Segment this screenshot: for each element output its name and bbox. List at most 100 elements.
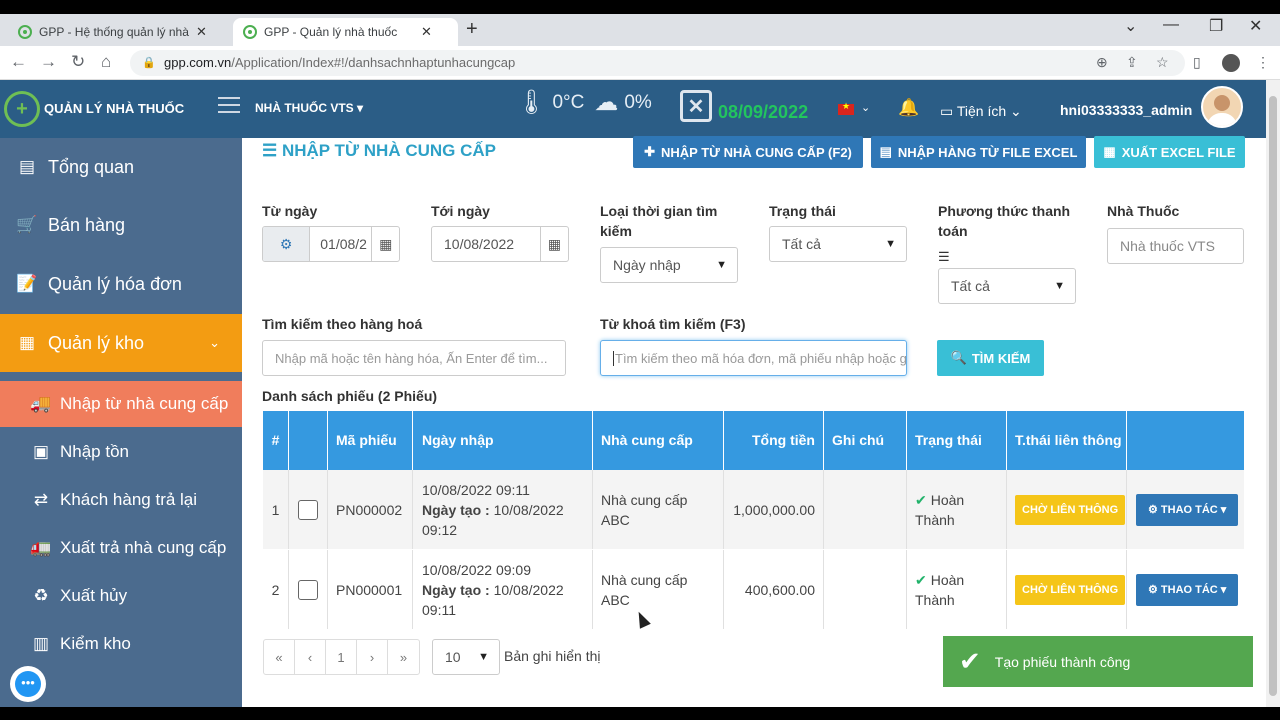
- browser-menu-icon[interactable]: ⋮: [1256, 54, 1270, 71]
- bell-icon[interactable]: 🔔: [898, 98, 919, 118]
- sidebar-item-label: Bán hàng: [48, 214, 126, 235]
- page-1-button[interactable]: 1: [326, 640, 357, 674]
- total-amount: 1,000,000.00: [724, 470, 824, 549]
- browser-tab-strip: GPP - Hệ thống quản lý nhà thuốc ✕ GPP -…: [0, 14, 1280, 46]
- sidebar-item-invoices[interactable]: 📝 Quản lý hóa đơn: [0, 255, 242, 313]
- product-search-label: Tìm kiếm theo hàng hoá: [262, 316, 423, 332]
- last-page-button[interactable]: »: [388, 640, 419, 674]
- new-tab-button[interactable]: +: [466, 18, 478, 41]
- caret-down-icon: ▼: [885, 238, 896, 250]
- per-page-select[interactable]: 10 ▼: [432, 639, 500, 675]
- sidebar-item-export-cancel[interactable]: ♻ Xuất hủy: [0, 573, 242, 619]
- sidebar-item-warehouse[interactable]: ▦ Quản lý kho ⌄: [0, 314, 242, 372]
- browser-tab-1[interactable]: GPP - Hệ thống quản lý nhà thuốc ✕: [8, 18, 230, 46]
- lock-icon: 🔒: [142, 57, 156, 69]
- table-row[interactable]: 1 PN000002 10/08/2022 09:11 Ngày tạo : 10…: [263, 470, 1244, 549]
- profile-icon[interactable]: [1222, 54, 1240, 72]
- sidebar-item-stock-check[interactable]: ▥ Kiểm kho: [0, 621, 242, 667]
- first-page-button[interactable]: «: [264, 640, 295, 674]
- time-type-label: Loại thời gian tìm kiếm: [600, 203, 718, 239]
- search-button-label: TÌM KIẾM: [971, 350, 1031, 366]
- action-cell: ⚙ THAO TÁC ▾: [1127, 470, 1244, 549]
- status-select[interactable]: Tất cả ▼: [769, 226, 907, 262]
- import-supplier-button[interactable]: ✚ NHẬP TỪ NHÀ CUNG CẤP (F2): [633, 136, 863, 168]
- prev-page-button[interactable]: ‹: [295, 640, 326, 674]
- receipt-dates: 10/08/2022 09:09 Ngày tạo : 10/08/2022 09…: [413, 550, 593, 629]
- from-date-field[interactable]: ⚙ 01/08/2 ▦: [262, 226, 400, 262]
- receipt-code[interactable]: PN000002: [328, 470, 413, 549]
- success-toast[interactable]: ✔ Tạo phiếu thành công: [943, 636, 1253, 687]
- bookmark-star-icon[interactable]: ☆: [1156, 54, 1169, 71]
- calendar-picker-icon[interactable]: ▦: [371, 227, 399, 261]
- col-index: #: [263, 411, 289, 470]
- excel-icon: ▦: [1103, 144, 1116, 159]
- calendar-picker-icon[interactable]: ▦: [540, 227, 568, 261]
- sidebar-item-sales[interactable]: 🛒 Bán hàng: [0, 196, 242, 254]
- sidebar-item-import-stock[interactable]: ▣ Nhập tồn: [0, 429, 242, 475]
- row-select-checkbox[interactable]: [289, 550, 328, 629]
- tab-search-chevron-icon[interactable]: ⌄: [1124, 16, 1137, 36]
- table-row[interactable]: 2 PN000001 10/08/2022 09:09 Ngày tạo : 10…: [263, 550, 1244, 629]
- pharmacy-dropdown[interactable]: NHÀ THUỐC VTS ▾: [255, 101, 363, 115]
- action-dropdown-button[interactable]: ⚙ THAO TÁC ▾: [1136, 493, 1239, 526]
- export-excel-button[interactable]: ▦ XUẤT EXCEL FILE: [1094, 136, 1245, 168]
- pharmacy-field[interactable]: Nhà thuốc VTS: [1107, 228, 1244, 264]
- forward-arrow-icon[interactable]: →: [40, 52, 57, 72]
- sidebar-item-label: Xuất trả nhà cung cấp: [60, 538, 227, 557]
- caret-down-icon: ▼: [478, 651, 489, 663]
- next-page-button[interactable]: ›: [357, 640, 388, 674]
- vietnam-flag-icon[interactable]: [838, 101, 854, 115]
- sidebar-item-return-supplier[interactable]: 🚛 Xuất trả nhà cung cấp: [0, 525, 242, 571]
- row-select-checkbox[interactable]: [289, 470, 328, 549]
- table-header: # Mã phiếu Ngày nhập Nhà cung cấp Tổng t…: [263, 411, 1244, 470]
- to-date-field[interactable]: 10/08/2022 ▦: [431, 226, 569, 262]
- chevron-down-icon[interactable]: ⌄: [861, 101, 870, 114]
- home-icon[interactable]: ⌂: [101, 52, 111, 72]
- import-excel-button[interactable]: ▤ NHẬP HÀNG TỪ FILE EXCEL: [871, 136, 1086, 168]
- sidebar-item-import-supplier[interactable]: 🚚 Nhập từ nhà cung cấp: [0, 381, 242, 427]
- status-badge: CHỜ LIÊN THÔNG: [1015, 574, 1126, 605]
- screen-bottom-border: [0, 707, 1280, 720]
- scrollbar-thumb[interactable]: [1269, 96, 1277, 696]
- thermometer-icon: 🌡: [516, 89, 547, 116]
- close-tab-icon[interactable]: ✕: [421, 24, 432, 40]
- truck-return-icon: 🚛: [30, 538, 52, 557]
- export-excel-label: XUẤT EXCEL FILE: [1121, 144, 1236, 160]
- share-icon[interactable]: ⇪: [1126, 54, 1138, 71]
- supplier-name: Nhà cung cấp ABC: [593, 550, 724, 629]
- check-circle-icon: ✔: [915, 491, 927, 508]
- username[interactable]: hni03333333_admin: [1060, 102, 1192, 118]
- minimize-icon[interactable]: —: [1163, 16, 1179, 34]
- back-arrow-icon[interactable]: ←: [10, 52, 27, 72]
- window-close-icon[interactable]: ✕: [1249, 16, 1262, 36]
- restore-icon[interactable]: ❐: [1209, 16, 1223, 36]
- zoom-icon[interactable]: ⊕: [1096, 54, 1108, 71]
- payment-method-select[interactable]: Tất cả ▼: [938, 268, 1076, 304]
- keyword-search-input[interactable]: Tìm kiếm theo mã hóa đơn, mã phiếu nhập …: [600, 340, 907, 376]
- action-dropdown-button[interactable]: ⚙ THAO TÁC ▾: [1136, 573, 1239, 606]
- time-type-select[interactable]: Ngày nhập ▼: [600, 247, 738, 283]
- reload-icon[interactable]: ↻: [71, 52, 85, 72]
- checkmark-icon: ✔: [959, 646, 981, 676]
- avatar[interactable]: [1201, 86, 1243, 128]
- import-excel-label: NHẬP HÀNG TỪ FILE EXCEL: [897, 144, 1078, 160]
- receipt-code[interactable]: PN000001: [328, 550, 413, 629]
- invoice-icon: 📝: [16, 274, 38, 293]
- close-tab-icon[interactable]: ✕: [196, 24, 207, 40]
- plus-icon: ✚: [644, 144, 656, 159]
- utilities-menu[interactable]: ▭ Tiện ích ⌄: [940, 103, 1022, 120]
- chat-bubble-icon[interactable]: •••: [10, 666, 46, 702]
- sidebar-item-customer-return[interactable]: ⇄ Khách hàng trả lại: [0, 477, 242, 523]
- search-button[interactable]: 🔍 TÌM KIẾM: [937, 340, 1044, 376]
- side-panel-icon[interactable]: ▯: [1193, 54, 1201, 71]
- col-checkbox: [289, 411, 328, 470]
- status-cell: ✔ Hoàn Thành: [907, 550, 1007, 629]
- sidebar-item-overview[interactable]: ▤ Tổng quan: [0, 138, 242, 196]
- gear-icon[interactable]: ⚙: [263, 227, 311, 261]
- product-search-input[interactable]: Nhập mã hoặc tên hàng hóa, Ấn Enter để t…: [262, 340, 566, 376]
- hamburger-menu-icon[interactable]: [218, 97, 240, 118]
- sidebar-item-label: Quản lý hóa đơn: [48, 273, 182, 294]
- from-date-value: 01/08/2: [320, 236, 367, 252]
- url-field[interactable]: 🔒 gpp.com.vn/Application/Index#!/danhsac…: [130, 50, 1185, 76]
- browser-tab-2-active[interactable]: GPP - Quản lý nhà thuốc ✕: [233, 18, 458, 46]
